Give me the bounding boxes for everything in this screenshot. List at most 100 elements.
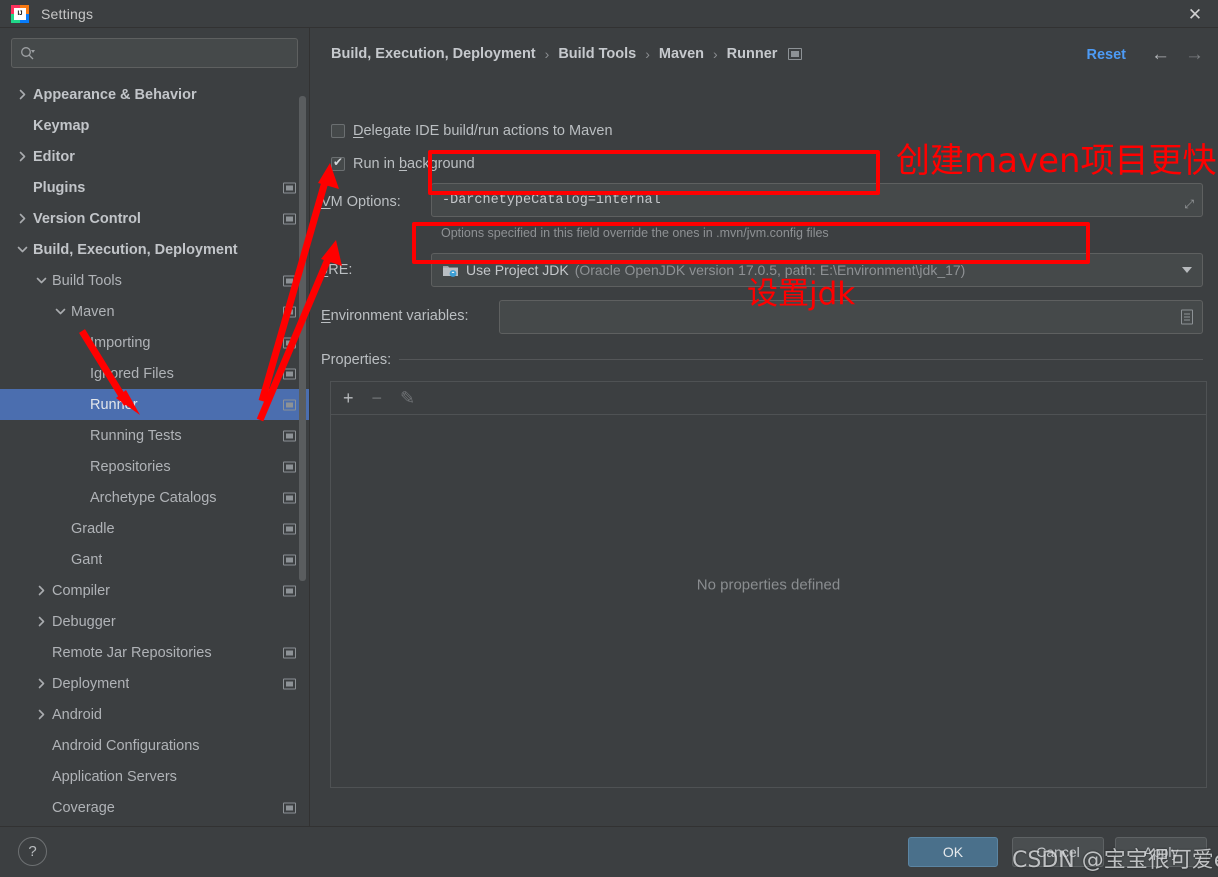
jre-selected-value: Use Project JDK	[466, 262, 569, 278]
run-in-background-checkbox[interactable]	[331, 155, 345, 171]
copy-settings-icon[interactable]	[283, 337, 296, 348]
jre-combobox[interactable]: Use Project JDK (Oracle OpenJDK version …	[431, 253, 1203, 287]
copy-settings-icon[interactable]	[283, 678, 296, 689]
help-icon[interactable]: ?	[18, 837, 47, 866]
vm-options-label: VM Options:	[321, 194, 401, 210]
browse-variables-icon[interactable]	[1181, 309, 1193, 325]
sidebar-item-coverage[interactable]: Coverage	[0, 792, 309, 823]
remove-property-button[interactable]: −	[372, 389, 383, 407]
sidebar-item-android[interactable]: Android	[0, 699, 309, 730]
copy-settings-icon[interactable]	[283, 802, 296, 813]
sidebar-item-debugger[interactable]: Debugger	[0, 606, 309, 637]
sidebar-scrollbar-thumb[interactable]	[299, 96, 306, 581]
env-vars-label-wrap: Environment variables:	[321, 308, 469, 324]
copy-settings-icon[interactable]	[283, 523, 296, 534]
copy-settings-icon[interactable]	[283, 430, 296, 441]
jdk-folder-icon	[442, 263, 459, 278]
breadcrumb-separator: ›	[544, 46, 550, 62]
delegate-ide-build-row[interactable]: Delegate IDE build/run actions to Maven	[331, 123, 613, 139]
sidebar-item-repositories[interactable]: Repositories	[0, 451, 309, 482]
chevron-right-icon[interactable]	[16, 150, 29, 163]
search-box[interactable]	[11, 38, 298, 68]
sidebar-item-deployment[interactable]: Deployment	[0, 668, 309, 699]
sidebar-item-maven[interactable]: Maven	[0, 296, 309, 327]
search-input[interactable]	[39, 44, 289, 62]
sidebar-item-build-tools[interactable]: Build Tools	[0, 265, 309, 296]
sidebar-item-label: Remote Jar Repositories	[52, 644, 212, 661]
chevron-down-icon[interactable]	[1182, 267, 1192, 273]
chevron-right-icon[interactable]	[16, 88, 29, 101]
sidebar-item-plugins[interactable]: Plugins	[0, 172, 309, 203]
settings-sidebar: Appearance & Behavior Keymap Editor Plugins…	[0, 28, 310, 826]
chevron-right-icon[interactable]	[35, 708, 48, 721]
copy-settings-icon[interactable]	[283, 399, 296, 410]
edit-property-button[interactable]: ✎	[400, 389, 415, 407]
sidebar-item-compiler[interactable]: Compiler	[0, 575, 309, 606]
sidebar-item-label: Keymap	[33, 117, 90, 134]
breadcrumb-item-2[interactable]: Maven	[659, 46, 704, 62]
copy-settings-icon[interactable]	[283, 554, 296, 565]
copy-settings-icon[interactable]	[283, 492, 296, 503]
search-icon	[20, 46, 35, 61]
reset-link[interactable]: Reset	[1087, 47, 1127, 63]
breadcrumb-item-1[interactable]: Build Tools	[558, 46, 636, 62]
sidebar-scrollbar[interactable]	[299, 28, 308, 826]
breadcrumb-item-3[interactable]: Runner	[727, 46, 778, 62]
copy-settings-icon[interactable]	[283, 368, 296, 379]
sidebar-item-label: Editor	[33, 148, 75, 165]
arrow-left-icon[interactable]: ←	[1151, 45, 1170, 64]
sidebar-item-gradle[interactable]: Gradle	[0, 513, 309, 544]
csdn-watermark: CSDN @宝宝很可爱e	[1012, 848, 1218, 873]
copy-settings-icon[interactable]	[283, 647, 296, 658]
chevron-down-icon[interactable]	[35, 274, 48, 287]
breadcrumb-item-0[interactable]: Build, Execution, Deployment	[331, 46, 536, 62]
sidebar-item-gant[interactable]: Gant	[0, 544, 309, 575]
copy-settings-icon[interactable]	[283, 182, 296, 193]
sidebar-item-appearance-behavior[interactable]: Appearance & Behavior	[0, 79, 309, 110]
ok-button[interactable]: OK	[908, 837, 998, 867]
run-in-background-row[interactable]: Run in background	[331, 155, 475, 172]
sidebar-item-android-configurations[interactable]: Android Configurations	[0, 730, 309, 761]
sidebar-item-remote-jar-repositories[interactable]: Remote Jar Repositories	[0, 637, 309, 668]
breadcrumb-separator: ›	[713, 46, 718, 62]
env-vars-label: Environment variables:	[321, 308, 469, 324]
vm-options-input[interactable]: -DarchetypeCatalog=internal ⤢	[431, 183, 1203, 217]
arrow-right-icon[interactable]: →	[1185, 45, 1204, 64]
sidebar-item-label: Importing	[90, 334, 151, 351]
run-in-background-label: Run in background	[353, 156, 475, 172]
settings-dialog: IJ Settings ✕ Appearance & Behavior Keyma…	[0, 0, 1218, 877]
chevron-down-icon[interactable]	[54, 305, 67, 318]
close-icon[interactable]: ✕	[1172, 0, 1218, 28]
copy-settings-icon[interactable]	[283, 306, 296, 317]
chevron-right-icon[interactable]	[35, 615, 48, 628]
chevron-right-icon[interactable]	[35, 677, 48, 690]
sidebar-item-keymap[interactable]: Keymap	[0, 110, 309, 141]
copy-settings-icon[interactable]	[283, 461, 296, 472]
sidebar-item-archetype-catalogs[interactable]: Archetype Catalogs	[0, 482, 309, 513]
sidebar-item-importing[interactable]: Importing	[0, 327, 309, 358]
copy-settings-icon[interactable]	[283, 213, 296, 224]
sidebar-item-running-tests[interactable]: Running Tests	[0, 420, 309, 451]
sidebar-item-build-execution-deployment[interactable]: Build, Execution, Deployment	[0, 234, 309, 265]
expand-field-icon[interactable]: ⤢	[1184, 197, 1194, 212]
chevron-down-icon[interactable]	[16, 243, 29, 256]
sidebar-item-label: Runner	[90, 396, 138, 413]
copy-settings-icon[interactable]	[788, 48, 803, 60]
sidebar-item-application-servers[interactable]: Application Servers	[0, 761, 309, 792]
sidebar-item-runner[interactable]: Runner	[0, 389, 309, 420]
sidebar-item-editor[interactable]: Editor	[0, 141, 309, 172]
chevron-right-icon[interactable]	[16, 212, 29, 225]
add-property-button[interactable]: +	[343, 389, 354, 407]
copy-settings-icon[interactable]	[283, 585, 296, 596]
delegate-ide-build-checkbox[interactable]	[331, 124, 345, 138]
env-vars-input[interactable]	[499, 300, 1203, 334]
sidebar-item-ignored-files[interactable]: Ignored Files	[0, 358, 309, 389]
chevron-right-icon[interactable]	[35, 584, 48, 597]
delegate-ide-build-label: Delegate IDE build/run actions to Maven	[353, 123, 613, 139]
sidebar-item-version-control[interactable]: Version Control	[0, 203, 309, 234]
copy-settings-icon[interactable]	[283, 275, 296, 286]
